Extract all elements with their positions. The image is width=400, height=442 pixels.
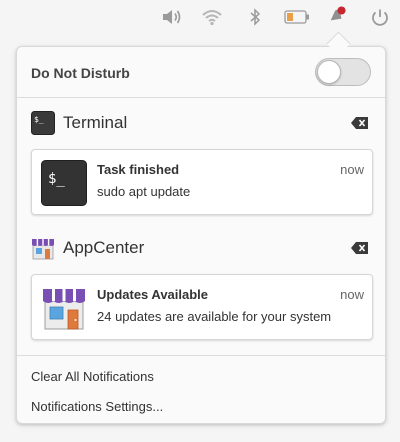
notifications-settings-button[interactable]: Notifications Settings... — [31, 399, 163, 414]
svg-text:$_: $_ — [48, 171, 65, 187]
notification-title: Updates Available — [97, 287, 209, 302]
divider — [17, 355, 385, 356]
appcenter-icon — [32, 239, 54, 260]
notification-body: 24 updates are available for your system — [97, 309, 332, 324]
top-panel — [0, 0, 400, 34]
app-group-header-appcenter: AppCenter — [17, 234, 385, 262]
power-icon[interactable] — [369, 8, 391, 26]
notification-body: sudo apt update — [97, 184, 191, 199]
notification-card[interactable]: Updates Available 24 updates are availab… — [31, 274, 373, 340]
svg-text:$_: $_ — [34, 115, 44, 124]
do-not-disturb-switch[interactable] — [315, 58, 371, 86]
notifications-popover: Do Not Disturb $_ Terminal $_ Task finis… — [16, 46, 386, 424]
app-group-header-terminal: $_ Terminal — [17, 109, 385, 137]
terminal-icon: $_ — [41, 160, 87, 206]
terminal-icon: $_ — [31, 111, 55, 135]
app-name: AppCenter — [63, 238, 145, 257]
appcenter-icon — [43, 289, 85, 330]
notification-time: now — [340, 162, 364, 177]
notification-title: Task finished — [97, 162, 180, 177]
notifications-icon[interactable] — [326, 6, 348, 24]
volume-icon[interactable] — [160, 8, 182, 26]
app-name: Terminal — [63, 113, 128, 132]
do-not-disturb-label: Do Not Disturb — [31, 65, 130, 81]
clear-group-button[interactable] — [351, 241, 369, 255]
switch-knob — [317, 60, 341, 84]
clear-all-notifications-button[interactable]: Clear All Notifications — [31, 369, 154, 384]
do-not-disturb-row: Do Not Disturb — [17, 47, 385, 98]
battery-icon[interactable] — [284, 8, 310, 26]
clear-group-button[interactable] — [351, 116, 369, 130]
notification-dot — [337, 6, 346, 15]
bluetooth-icon[interactable] — [244, 8, 266, 26]
notification-time: now — [340, 287, 364, 302]
notification-card[interactable]: $_ Task finished sudo apt update now — [31, 149, 373, 215]
wifi-icon[interactable] — [201, 8, 223, 26]
